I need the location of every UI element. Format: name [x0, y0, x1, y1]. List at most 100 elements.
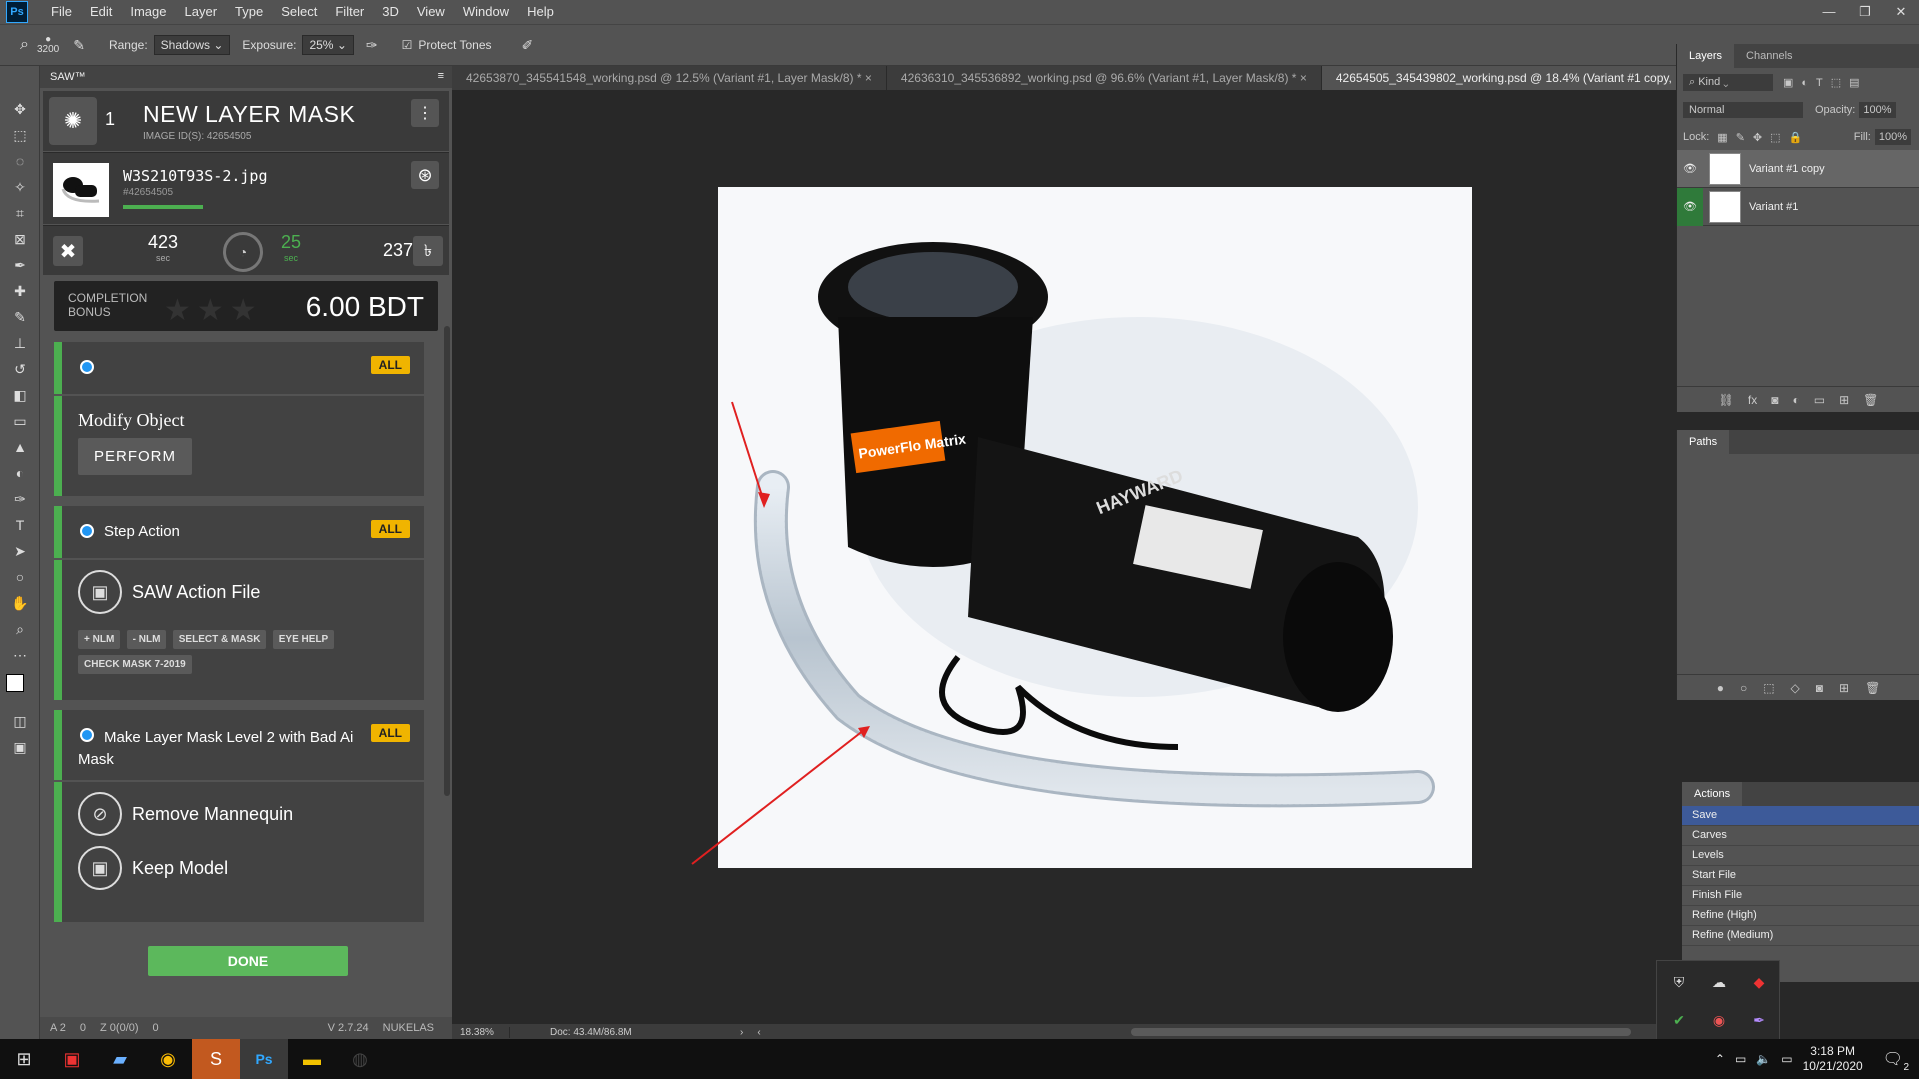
link-icon[interactable]: ⛓	[1719, 393, 1734, 407]
burn-tool-icon[interactable]: ⌕	[20, 36, 29, 54]
make-path-icon[interactable]: ◇	[1791, 681, 1800, 695]
pressure-icon[interactable]: ✐	[522, 37, 534, 54]
crop-tool-icon[interactable]: ⌗	[0, 200, 40, 226]
anydesk-icon[interactable]: ◆	[1739, 963, 1779, 1001]
filter-icons[interactable]: ▣◐T⬚▤	[1783, 76, 1868, 89]
color-swatches[interactable]	[0, 668, 40, 708]
skype-icon[interactable]: S	[192, 1039, 240, 1079]
zoom-level[interactable]: 18.38%	[452, 1026, 510, 1038]
done-button[interactable]: DONE	[148, 946, 348, 976]
doc-tab-1[interactable]: 42653870_345541548_working.psd @ 12.5% (…	[452, 66, 887, 90]
horizontal-scrollbar[interactable]	[1130, 1028, 1631, 1036]
airbrush-icon[interactable]: ✑	[366, 37, 378, 54]
folder-icon[interactable]: ▭	[1814, 393, 1825, 407]
fill-path-icon[interactable]: ●	[1717, 681, 1724, 695]
delete-path-icon[interactable]: 🗑	[1865, 681, 1880, 695]
new-path-icon[interactable]: ⊞	[1839, 681, 1849, 695]
green-check-icon[interactable]: ✔	[1659, 1001, 1699, 1039]
layer-row[interactable]: 👁 Variant #1	[1677, 187, 1919, 226]
menu-select[interactable]: Select	[272, 0, 326, 24]
action-refine-high[interactable]: Refine (High)	[1682, 906, 1919, 926]
doc-tab-2[interactable]: 42636310_345536892_working.psd @ 96.6% (…	[887, 66, 1322, 90]
add-mask-icon[interactable]: ◙	[1816, 681, 1823, 695]
visibility-eye-icon[interactable]: 👁	[1677, 162, 1703, 175]
eye-help-button[interactable]: EYE HELP	[272, 630, 335, 649]
panel-menu-icon[interactable]: ≡	[438, 70, 444, 82]
blend-mode-select[interactable]: Normal	[1683, 102, 1803, 118]
blur-tool-icon[interactable]: ▲	[0, 434, 40, 460]
opacity-input[interactable]: 100%	[1859, 102, 1896, 118]
action-levels[interactable]: Levels	[1682, 846, 1919, 866]
menu-view[interactable]: View	[408, 0, 454, 24]
volume-icon[interactable]: 🔈	[1756, 1052, 1771, 1066]
action-finish-file[interactable]: Finish File	[1682, 886, 1919, 906]
chrome-icon[interactable]: ◉	[144, 1039, 192, 1079]
eraser-tool-icon[interactable]: ◧	[0, 382, 40, 408]
tab-paths[interactable]: Paths	[1677, 430, 1730, 454]
menu-window[interactable]: Window	[454, 0, 518, 24]
magic-wand-icon[interactable]: ✧	[0, 174, 40, 200]
action-carves[interactable]: Carves	[1682, 826, 1919, 846]
action-start-file[interactable]: Start File	[1682, 866, 1919, 886]
step-2-badge[interactable]: ALL	[370, 520, 410, 538]
network-icon[interactable]: ▭	[1735, 1052, 1746, 1066]
restore-icon[interactable]: ❐	[1847, 0, 1883, 24]
remove-mannequin-icon[interactable]: ⊘	[78, 792, 122, 836]
tray-chevron-icon[interactable]: ⌃	[1715, 1052, 1725, 1066]
hand-tool-icon[interactable]: ✋	[0, 590, 40, 616]
trash-icon[interactable]: 🗑	[1863, 393, 1878, 407]
step-3-badge[interactable]: ALL	[370, 724, 410, 742]
mask-icon[interactable]: ◙	[1771, 393, 1778, 407]
menu-type[interactable]: Type	[226, 0, 272, 24]
protect-tones-checkbox[interactable]: ☑	[402, 38, 413, 52]
clock[interactable]: 3:18 PM 10/21/2020	[1803, 1044, 1863, 1074]
type-tool-icon[interactable]: T	[0, 512, 40, 538]
menu-filter[interactable]: Filter	[326, 0, 373, 24]
kebab-menu-icon[interactable]: ⋮	[411, 99, 439, 127]
taka-icon[interactable]: ৳	[413, 236, 443, 266]
fx-icon[interactable]: fx	[1748, 393, 1757, 407]
keep-model-icon[interactable]: ▣	[78, 846, 122, 890]
ste-app-icon[interactable]: ▣	[48, 1039, 96, 1079]
menu-3d[interactable]: 3D	[373, 0, 408, 24]
menu-image[interactable]: Image	[121, 0, 175, 24]
menu-help[interactable]: Help	[518, 0, 563, 24]
minimize-icon[interactable]: —	[1811, 0, 1847, 24]
scroll-left-icon[interactable]: ‹	[743, 1027, 760, 1038]
select-mask-button[interactable]: SELECT & MASK	[172, 630, 267, 649]
visibility-eye-icon[interactable]: 👁	[1677, 187, 1703, 226]
move-tool-icon[interactable]: ✥	[0, 96, 40, 122]
photoshop-taskbar-icon[interactable]: Ps	[240, 1039, 288, 1079]
minus-nlm-button[interactable]: - NLM	[126, 630, 167, 649]
saw-panel-tab[interactable]: SAW™ ≡	[40, 66, 452, 88]
exposure-input[interactable]: 25% ⌄	[302, 35, 354, 55]
step-1-badge[interactable]: ALL	[370, 356, 410, 374]
menu-layer[interactable]: Layer	[176, 0, 227, 24]
eyedropper-icon[interactable]: ✒	[0, 252, 40, 278]
screen-mode-icon[interactable]: ▣	[0, 734, 40, 760]
load-selection-icon[interactable]: ⬚	[1763, 681, 1774, 695]
shape-tool-icon[interactable]: ○	[0, 564, 40, 590]
healing-brush-icon[interactable]: ✚	[0, 278, 40, 304]
menu-edit[interactable]: Edit	[81, 0, 121, 24]
close-window-icon[interactable]: ✕	[1883, 0, 1919, 24]
perform-button[interactable]: PERFORM	[78, 438, 192, 475]
tab-layers[interactable]: Layers	[1677, 44, 1735, 68]
stroke-path-icon[interactable]: ○	[1740, 681, 1747, 695]
obs-icon[interactable]: ◍	[336, 1039, 384, 1079]
fill-input[interactable]: 100%	[1874, 129, 1911, 145]
close-tab-icon[interactable]: ×	[1300, 71, 1307, 85]
action-save[interactable]: Save	[1682, 806, 1919, 826]
tab-actions[interactable]: Actions	[1682, 782, 1743, 806]
remove-mannequin-label[interactable]: Remove Mannequin	[132, 804, 293, 825]
notifications-icon[interactable]: 🗨 2	[1883, 1049, 1909, 1073]
more-tools-icon[interactable]: ⋯	[0, 642, 40, 668]
brush-preset[interactable]: ● 3200	[37, 35, 59, 55]
files-app-icon[interactable]: ▰	[96, 1039, 144, 1079]
range-select[interactable]: Shadows ⌄	[153, 35, 231, 55]
tab-channels[interactable]: Channels	[1734, 44, 1804, 68]
filter-kind-select[interactable]: ⌕ Kind ⌄	[1683, 73, 1773, 91]
keep-model-label[interactable]: Keep Model	[132, 858, 228, 879]
stamp-tool-icon[interactable]: ⊥	[0, 330, 40, 356]
quick-mask-icon[interactable]: ◫	[0, 708, 40, 734]
